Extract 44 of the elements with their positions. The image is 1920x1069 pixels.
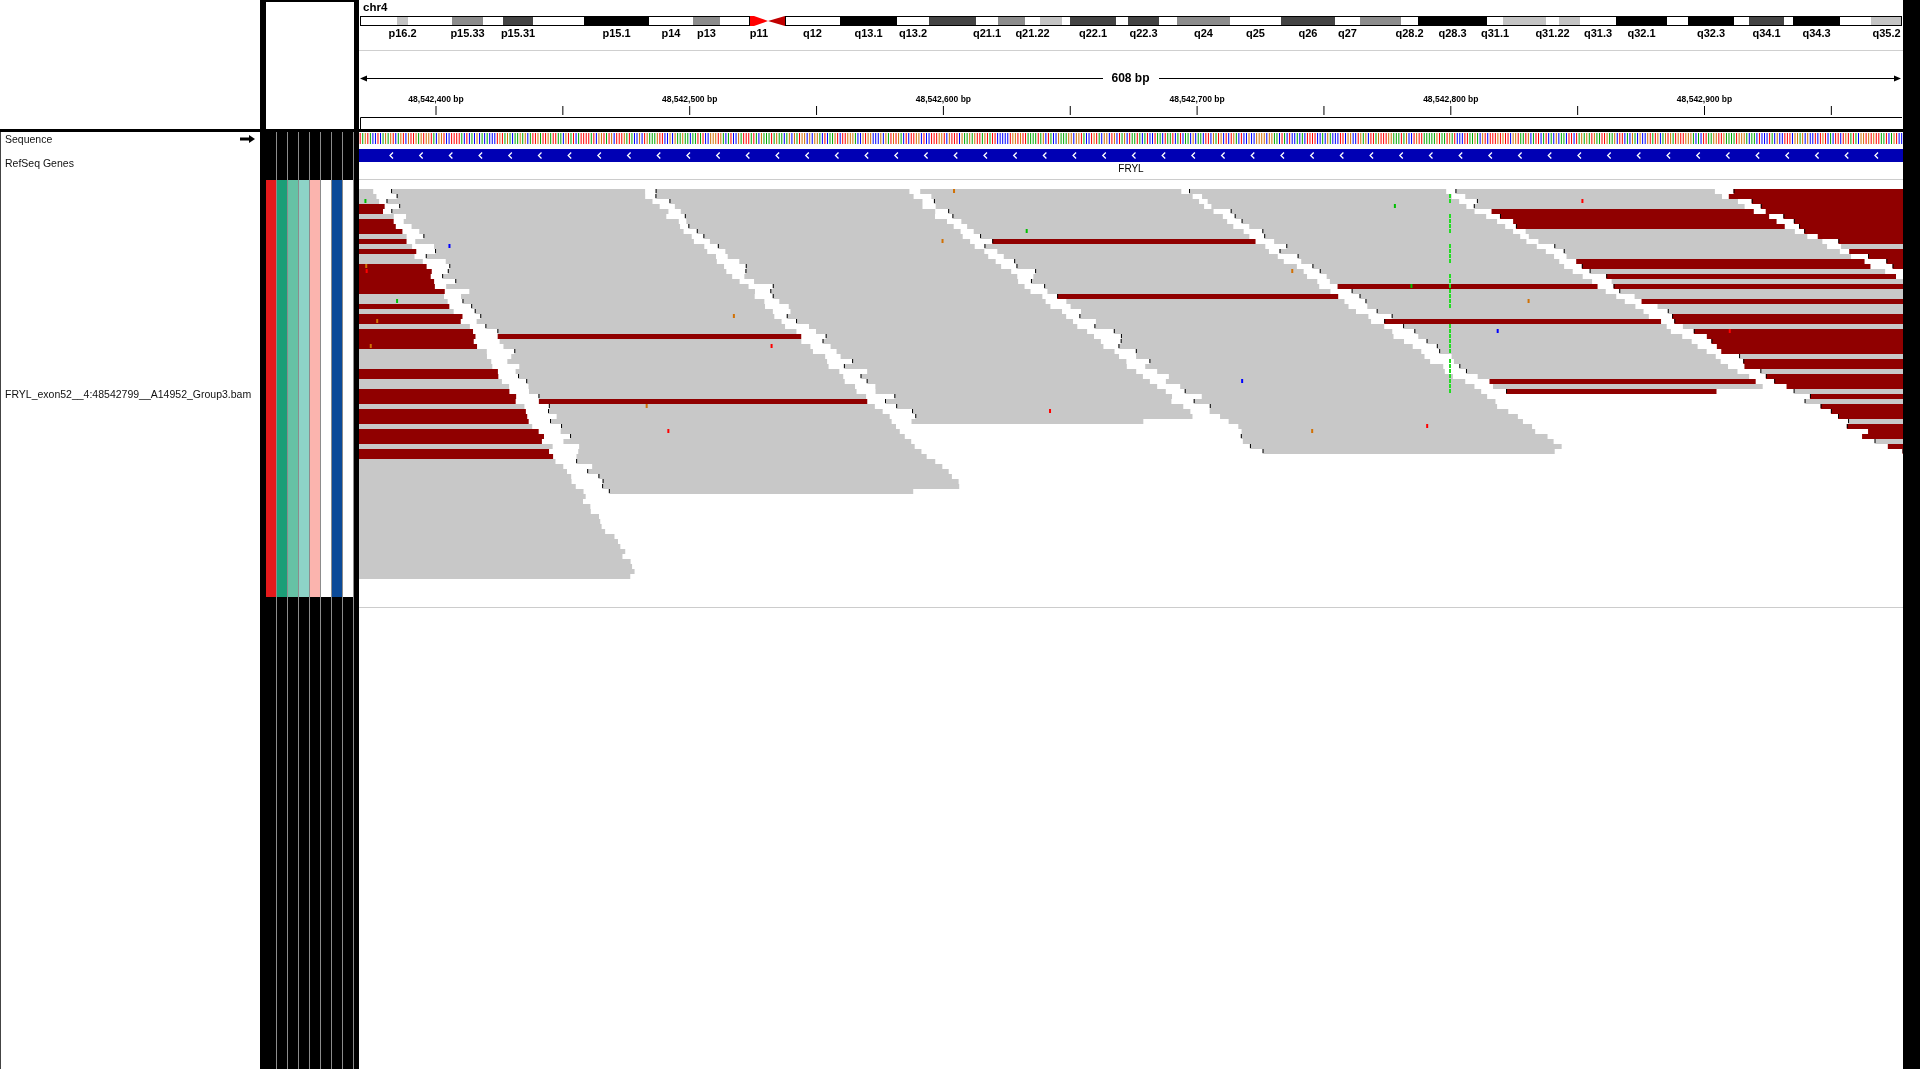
cytoband <box>1229 16 1282 26</box>
band-label: p15.33 <box>450 27 485 39</box>
band-label: p15.31 <box>500 27 536 39</box>
band-label: p14 <box>661 27 681 39</box>
chromosome-name: chr4 <box>363 0 388 14</box>
band-label: q22.1 <box>1078 27 1108 39</box>
band-label: q22.3 <box>1129 27 1158 39</box>
band-label: q32.1 <box>1627 27 1656 39</box>
track-name[interactable]: RefSeq Genes <box>5 157 74 169</box>
tick-label: 48,542,900 bp <box>1676 94 1733 104</box>
band-label: q21.1 <box>972 27 1002 39</box>
track-name[interactable]: FRYL_exon52__4:48542799__A14952_Group3.bam <box>5 388 252 400</box>
band-label: q34.1 <box>1752 27 1781 39</box>
band-label: q25 <box>1246 27 1265 39</box>
tick-label: 48,542,800 bp <box>1423 94 1479 104</box>
band-label: q28.3 <box>1438 27 1467 39</box>
band-label: q31.3 <box>1583 27 1613 39</box>
band-label: q32.3 <box>1696 27 1726 39</box>
arrow-icon[interactable] <box>240 135 255 143</box>
gene-name: FRYL <box>1118 163 1144 174</box>
band-label: q26 <box>1298 27 1318 39</box>
track-name[interactable]: Sequence <box>5 133 53 145</box>
cytoband <box>1870 16 1903 26</box>
tick-label: 48,542,600 bp <box>915 94 972 104</box>
band-label: q13.1 <box>854 27 883 39</box>
band-label: p11 <box>749 27 769 39</box>
band-label: q34.3 <box>1802 27 1831 39</box>
tick-label: 48,542,400 bp <box>408 94 464 104</box>
gene-feature[interactable] <box>359 149 1903 162</box>
tick-label: 48,542,700 bp <box>1169 94 1225 104</box>
band-label: q24 <box>1194 27 1213 39</box>
band-label: q28.2 <box>1395 27 1424 39</box>
band-label: q31.1 <box>1480 27 1510 39</box>
band-label: p13 <box>697 27 716 39</box>
band-label: q21.22 <box>1015 27 1050 39</box>
band-label: p15.1 <box>602 27 631 39</box>
band-label: q13.2 <box>898 27 928 39</box>
tick-label: 48,542,500 bp <box>662 94 718 104</box>
band-label: q27 <box>1338 27 1357 39</box>
band-label: q35.2 <box>1872 27 1901 39</box>
band-label: q12 <box>803 27 822 39</box>
band-label: q31.22 <box>1535 27 1570 39</box>
band-label: p16.2 <box>388 27 417 39</box>
span-label: 608 bp <box>1110 71 1151 85</box>
